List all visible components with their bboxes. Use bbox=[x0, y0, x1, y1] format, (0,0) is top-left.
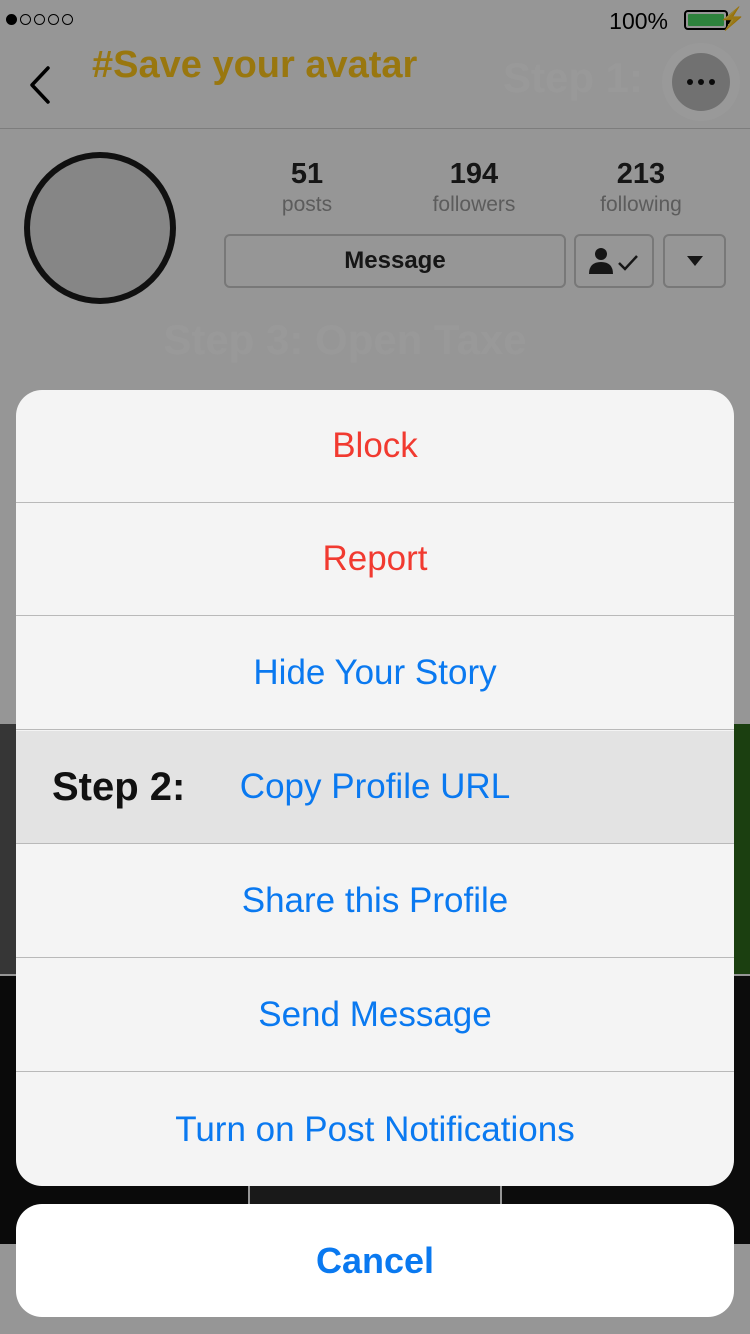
step3-label: Step 3: Open Taxe bbox=[163, 316, 527, 363]
send-message-option[interactable]: Send Message bbox=[16, 959, 734, 1072]
navigation-bar: #Save your avatar Step 1: bbox=[0, 40, 750, 129]
followers-label: followers bbox=[432, 193, 516, 216]
report-option[interactable]: Report bbox=[16, 503, 734, 616]
chevron-left-icon[interactable] bbox=[24, 60, 64, 110]
ellipsis-icon bbox=[672, 53, 730, 111]
post-notifications-option[interactable]: Turn on Post Notifications bbox=[16, 1073, 734, 1186]
save-avatar-caption: #Save your avatar bbox=[92, 44, 418, 86]
copy-profile-url-label: Copy Profile URL bbox=[239, 767, 511, 806]
triangle-down-icon bbox=[686, 256, 703, 266]
more-options-button[interactable] bbox=[662, 43, 740, 121]
hide-story-option[interactable]: Hide Your Story bbox=[16, 617, 734, 730]
followers-count: 194 bbox=[449, 158, 499, 190]
grid-photo[interactable] bbox=[734, 724, 750, 974]
avatar[interactable] bbox=[24, 152, 176, 304]
step2-label: Step 2: bbox=[52, 765, 186, 809]
share-profile-option[interactable]: Share this Profile bbox=[16, 845, 734, 958]
signal-strength-icon bbox=[6, 14, 73, 25]
action-sheet: Block Report Hide Your Story Copy Profil… bbox=[16, 390, 734, 1186]
cancel-button[interactable]: Cancel bbox=[16, 1204, 734, 1317]
following-count: 213 bbox=[616, 158, 666, 190]
stat-followers[interactable]: 194 followers bbox=[394, 158, 554, 217]
charging-icon: ⚡ bbox=[718, 6, 746, 31]
step1-label: Step 1: bbox=[503, 54, 644, 101]
block-option[interactable]: Block bbox=[16, 390, 734, 503]
user-check-icon bbox=[589, 248, 638, 274]
grid-photo[interactable] bbox=[0, 724, 16, 974]
message-button[interactable]: Message bbox=[224, 234, 566, 288]
suggested-dropdown-button[interactable] bbox=[663, 234, 726, 288]
status-bar: 100% ⚡ bbox=[0, 0, 750, 40]
following-status-button[interactable] bbox=[574, 234, 654, 288]
stat-posts[interactable]: 51 posts bbox=[227, 158, 387, 217]
posts-label: posts bbox=[281, 193, 333, 216]
posts-count: 51 bbox=[290, 158, 324, 190]
avatar-image bbox=[30, 158, 170, 298]
battery-percent: 100% bbox=[609, 8, 668, 34]
stat-following[interactable]: 213 following bbox=[561, 158, 721, 217]
following-label: following bbox=[600, 193, 682, 216]
